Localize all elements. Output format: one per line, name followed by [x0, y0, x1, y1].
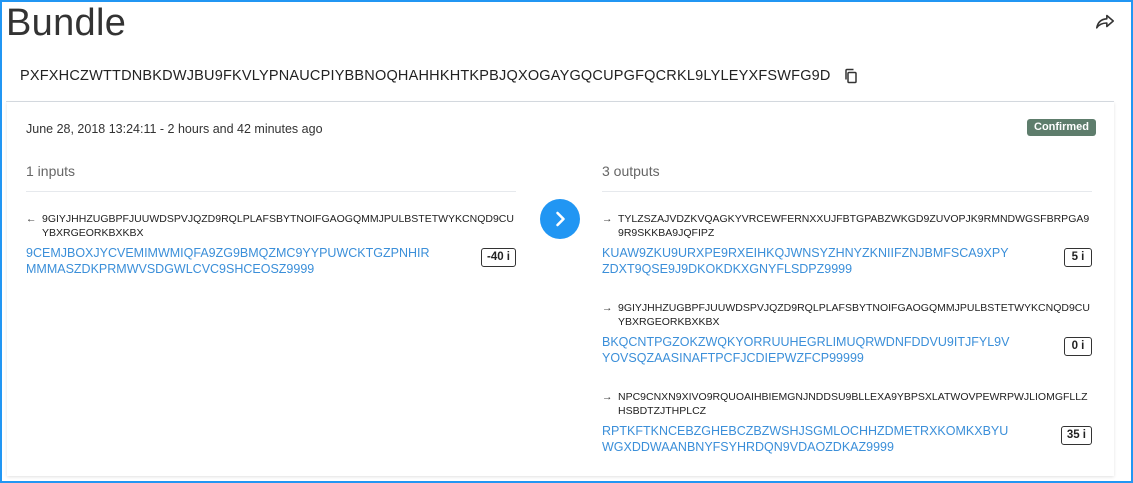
share-icon[interactable] — [1094, 10, 1116, 32]
arrow-right-icon: → — [602, 213, 613, 225]
copy-icon[interactable] — [843, 68, 859, 84]
arrow-right-icon: → — [602, 302, 613, 314]
output-address[interactable]: NPC9CNXN9XIVO9RQUOAIHBIEMGNJNDDSU9BLLEXA… — [618, 391, 1088, 417]
flow-button[interactable] — [540, 199, 580, 239]
bundle-hash: PXFXHCZWTTDNBKDWJBU9FKVLYPNAUCPIYBBNOQHA… — [20, 68, 831, 84]
arrow-right-icon: → — [602, 391, 613, 403]
outputs-header: 3 outputs — [602, 163, 660, 179]
bundle-hash-row: PXFXHCZWTTDNBKDWJBU9FKVLYPNAUCPIYBBNOQHA… — [20, 68, 859, 84]
input-transaction: ← 9GIYJHHZUGBPFJUUWDSPVJQZD9RQLPLAFSBYTNO… — [26, 213, 516, 277]
input-tx-hash[interactable]: 9CEMJBOXJYCVEMIMWMIQFA9ZG9BMQZMC9YYPUWCK… — [26, 245, 436, 277]
inputs-header: 1 inputs — [26, 163, 76, 179]
bundle-timestamp: June 28, 2018 13:24:11 - 2 hours and 42 … — [26, 122, 323, 136]
output-transaction: → NPC9CNXN9XIVO9RQUOAIHBIEMGNJNDDSU9BLLEX… — [602, 391, 1092, 455]
output-address[interactable]: TYLZSZAJVDZKVQAGKYVRCEWFERNXXUJFBTGPABZW… — [618, 213, 1089, 239]
output-address[interactable]: 9GIYJHHZUGBPFJUUWDSPVJQZD9RQLPLAFSBYTNOI… — [618, 302, 1090, 328]
output-value: 5 i — [1064, 248, 1092, 267]
inputs-divider — [26, 191, 516, 192]
page-title: Bundle — [6, 2, 127, 44]
status-badge: Confirmed — [1027, 119, 1096, 136]
output-value: 35 i — [1060, 426, 1092, 445]
output-transaction: → TYLZSZAJVDZKVQAGKYVRCEWFERNXXUJFBTGPABZ… — [602, 213, 1092, 277]
output-value: 0 i — [1064, 337, 1092, 356]
output-transaction: → 9GIYJHHZUGBPFJUUWDSPVJQZD9RQLPLAFSBYTNO… — [602, 302, 1092, 366]
output-tx-hash[interactable]: KUAW9ZKU9URXPE9RXEIHKQJWNSYZHNYZKNIIFZNJ… — [602, 245, 1012, 277]
input-address[interactable]: 9GIYJHHZUGBPFJUUWDSPVJQZD9RQLPLAFSBYTNOI… — [42, 213, 514, 239]
output-tx-hash[interactable]: RPTKFTKNCEBZGHEBCZBZWSHJSGMLOCHHZDMETRXK… — [602, 423, 1012, 455]
input-value: -40 i — [480, 248, 516, 267]
chevron-right-icon — [556, 211, 565, 227]
outputs-divider — [602, 191, 1092, 192]
arrow-left-icon: ← — [26, 213, 37, 225]
output-tx-hash[interactable]: BKQCNTPGZOKZWQKYORRUUHEGRLIMUQRWDNFDDVU9… — [602, 334, 1012, 366]
